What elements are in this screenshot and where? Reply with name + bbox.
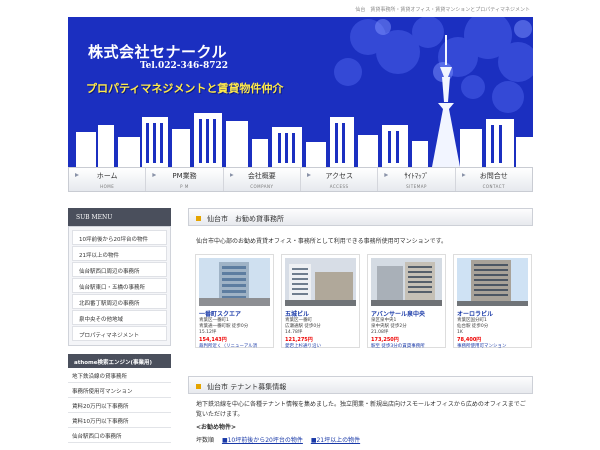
section-heading: 仙台市 テナント募集情報	[188, 376, 533, 394]
nav-sublabel: COMPANY	[250, 184, 274, 189]
nav-pm[interactable]: PM業務 P M	[145, 168, 222, 191]
nav-sublabel: SITEMAP	[406, 184, 427, 189]
nav-company[interactable]: 会社概要 COMPANY	[222, 168, 300, 191]
nav-sublabel: CONTACT	[482, 184, 506, 189]
submenu-item[interactable]: プロパティマネジメント	[72, 326, 167, 341]
square-bullet-icon	[196, 216, 201, 221]
property-card[interactable]: オーロラビル 青葉区国分町1 仙台駅 徒歩0分 1K 78,400円 事務所使用…	[453, 254, 532, 349]
property-price: 173,250円	[371, 337, 399, 343]
property-price: 154,143円	[199, 337, 227, 343]
size-filter-row: 坪数順 ■10坪前後から20坪台の物件 ■21坪以上の物件	[196, 435, 533, 444]
building-photo	[371, 258, 442, 306]
section-title: 仙台市 お勧め貸事務所	[207, 215, 284, 223]
section-heading: 仙台市 お勧め貸事務所	[188, 208, 533, 226]
property-link[interactable]: 事務所使用可マンション	[457, 343, 528, 349]
submenu-title: SUB MENU	[68, 208, 171, 226]
recommend-heading: <お勧め物件>	[196, 424, 237, 431]
submenu-item[interactable]: 泉中央その他地域	[72, 310, 167, 325]
nav-sublabel: ACCESS	[329, 184, 349, 189]
submenu-item[interactable]: 北四番丁駅周辺の事務所	[72, 294, 167, 309]
property-price: 78,400円	[457, 337, 482, 343]
nav-label: ｻｲﾄﾏｯﾌﾟ	[404, 172, 429, 180]
property-card[interactable]: アバンサール泉中央 泉区泉中央1 泉中央駅 徒歩2分 21.08坪 173,25…	[367, 254, 446, 349]
main-nav: ホーム HOME PM業務 P M 会社概要 COMPANY アクセス ACCESS ｻ…	[68, 167, 533, 192]
section-title: 仙台市 テナント募集情報	[207, 383, 287, 391]
property-link[interactable]: 駅至 徒歩3分の賃貸事務所	[371, 343, 442, 349]
athome-link[interactable]: 地下鉄沿線の貸事務所	[68, 368, 171, 383]
nav-sublabel: HOME	[100, 184, 115, 189]
size-filter-link[interactable]: ■21坪以上の物件	[311, 437, 360, 444]
building-photo	[199, 258, 270, 306]
nav-label: PM業務	[172, 172, 197, 180]
building-photo	[457, 258, 528, 306]
size-filter-link[interactable]: ■10坪前後から20坪台の物件	[222, 437, 303, 444]
nav-sublabel: P M	[180, 184, 189, 189]
property-link[interactable]: 裁判所近く（リニューアル済	[199, 343, 270, 349]
submenu-item[interactable]: 仙台駅東口・五橋の事務所	[72, 278, 167, 293]
tenant-section: 仙台市 テナント募集情報 地下鉄沿線を中心に各種テナント情報を集めました。独立開…	[188, 376, 533, 444]
nav-label: ホーム	[96, 172, 118, 180]
size-filter-label: 坪数順	[196, 437, 215, 444]
nav-home[interactable]: ホーム HOME	[69, 168, 145, 191]
athome-link[interactable]: 事務所使用可マンション	[68, 383, 171, 398]
nav-contact[interactable]: お問合せ CONTACT	[454, 168, 532, 191]
property-link[interactable]: 愛宕上杉通り沿い	[285, 343, 356, 349]
nav-access[interactable]: アクセス ACCESS	[299, 168, 377, 191]
submenu-list: 10坪前後から20坪台の物件 21坪以上の物件 仙台駅西口周辺の事務所 仙台駅東…	[68, 226, 171, 346]
nav-sitemap[interactable]: ｻｲﾄﾏｯﾌﾟ SITEMAP	[377, 168, 454, 191]
nav-label: 会社概要	[247, 172, 276, 180]
athome-link[interactable]: 仙台駅西口の事務所	[68, 428, 171, 443]
submenu-item[interactable]: 10坪前後から20坪台の物件	[72, 230, 167, 245]
property-name[interactable]: アバンサール泉中央	[371, 309, 442, 318]
main-content: 仙台市 お勧め貸事務所 仙台市中心部のお勧め賃貸オフィス・事務所として利用できる…	[188, 208, 533, 444]
property-card[interactable]: 一番町スクエア 青葉区一番町1 青葉通一番町駅 徒歩0分 15.12坪 154,…	[195, 254, 274, 349]
athome-link[interactable]: 賃料10万円以下事務所	[68, 413, 171, 428]
tagline: プロパティマネジメントと賃貸物件仲介	[86, 82, 284, 95]
property-name[interactable]: 一番町スクエア	[199, 309, 270, 318]
submenu-item[interactable]: 仙台駅西口周辺の事務所	[72, 262, 167, 277]
property-card[interactable]: 五城ビル 青葉区一番町 広瀬通駅 徒歩0分 14.78坪 121,275円 愛宕…	[281, 254, 360, 349]
property-name[interactable]: オーロラビル	[457, 309, 528, 318]
nav-label: お問合せ	[479, 172, 508, 180]
property-price: 121,275円	[285, 337, 313, 343]
submenu-item[interactable]: 21坪以上の物件	[72, 246, 167, 261]
header-banner: 株式会社セナークル Tel.022-346-8722 プロパティマネジメントと賃…	[68, 17, 533, 167]
athome-link[interactable]: 賃料20万円以下事務所	[68, 398, 171, 413]
square-bullet-icon	[196, 384, 201, 389]
top-breadcrumb: 仙台 賃貸事務所・賃貸オフィス・賃貸マンションとプロパティマネジメント	[355, 7, 530, 13]
section-intro: 仙台市中心部のお勧め賃貸オフィス・事務所として利用できる事務所使用可マンションで…	[196, 238, 447, 245]
athome-title: athome検索エンジン(事業用)	[68, 354, 171, 368]
property-name[interactable]: 五城ビル	[285, 309, 356, 318]
tenant-description: 地下鉄沿線を中心に各種テナント情報を集めました。独立開業・新規出店向けスモールオ…	[196, 401, 526, 418]
phone-number: Tel.022-346-8722	[140, 61, 229, 71]
property-cards: 一番町スクエア 青葉区一番町1 青葉通一番町駅 徒歩0分 15.12坪 154,…	[195, 254, 533, 349]
company-name: 株式会社セナークル	[88, 43, 228, 61]
building-photo	[285, 258, 356, 306]
sidebar: SUB MENU 10坪前後から20坪台の物件 21坪以上の物件 仙台駅西口周辺…	[68, 208, 171, 443]
nav-label: アクセス	[325, 172, 353, 180]
